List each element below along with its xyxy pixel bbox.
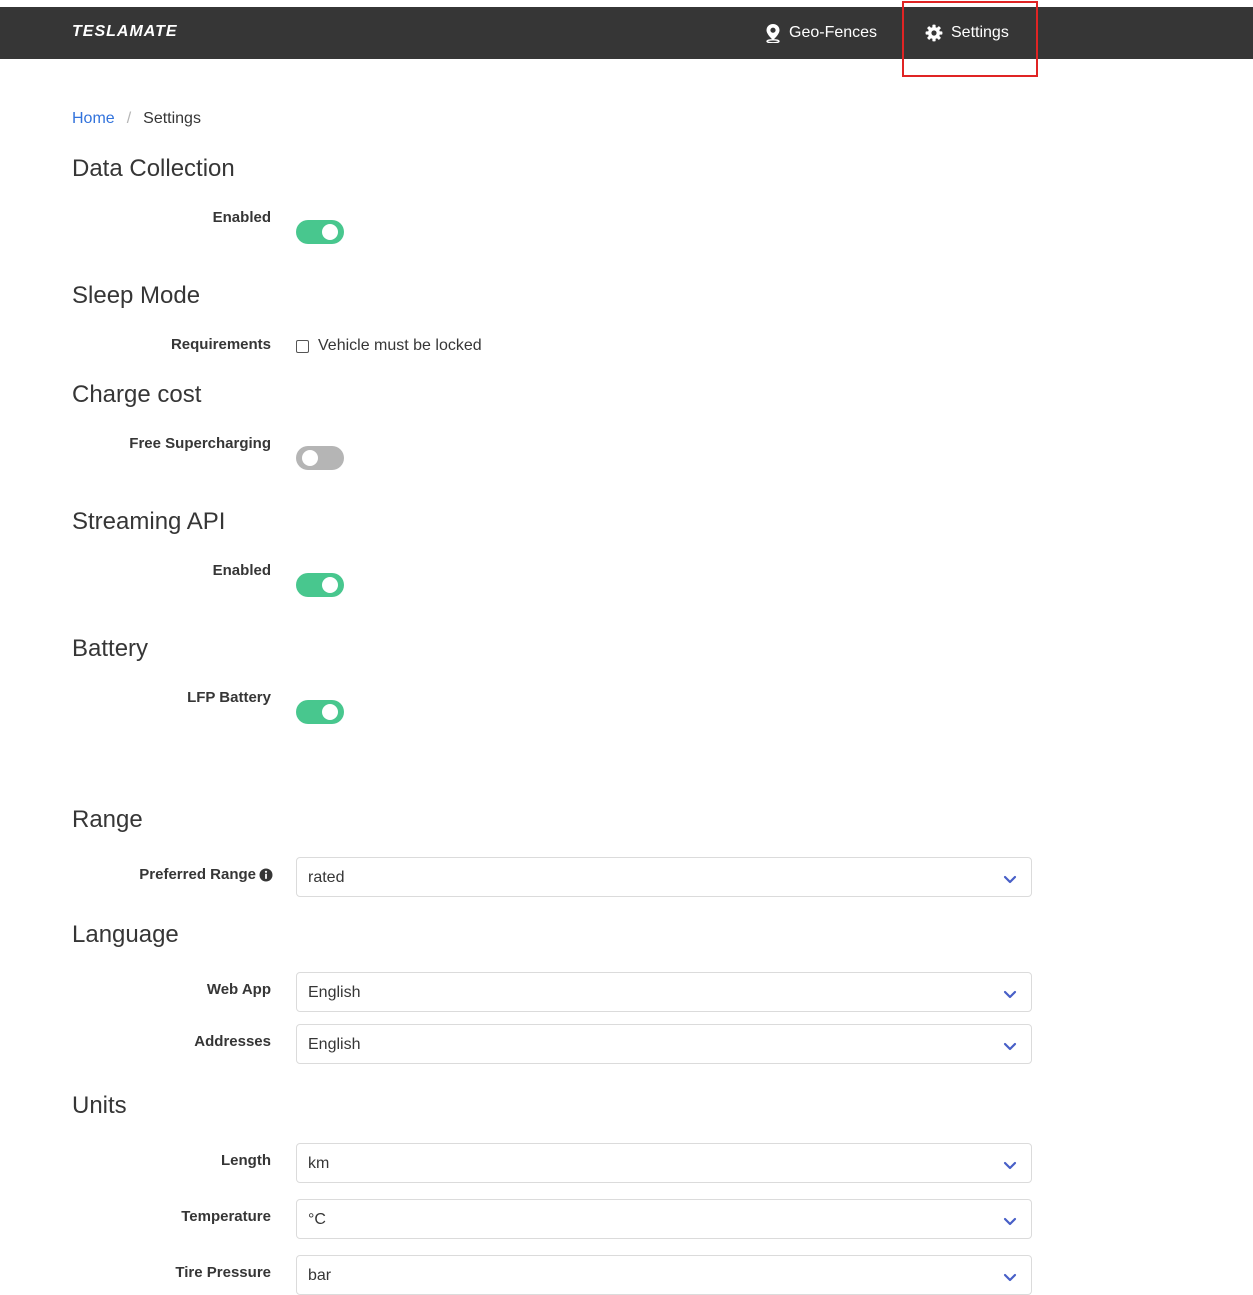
temperature-unit-value: °C: [308, 1211, 326, 1228]
section-title-battery: Battery: [72, 635, 149, 662]
vehicle-locked-label: Vehicle must be locked: [318, 337, 482, 354]
streaming-api-toggle[interactable]: [296, 573, 344, 597]
info-circle-icon[interactable]: [259, 868, 273, 882]
section-title-streaming-api: Streaming API: [72, 508, 226, 535]
web-app-language-label: Web App: [206, 981, 271, 998]
tire-pressure-unit-select[interactable]: bar: [296, 1255, 1032, 1295]
highlight-box: [902, 1, 1038, 77]
nav-geofences[interactable]: Geo-Fences: [765, 22, 877, 44]
section-title-units: Units: [72, 1092, 127, 1119]
preferred-range-label: Preferred Range: [139, 866, 273, 883]
length-unit-select[interactable]: km: [296, 1143, 1032, 1183]
toggle-knob: [322, 224, 338, 240]
vehicle-locked-checkbox[interactable]: [296, 339, 309, 353]
chevron-down-icon: [1003, 1158, 1017, 1176]
free-supercharging-label: Free Supercharging: [129, 435, 271, 452]
toggle-knob: [322, 704, 338, 720]
chevron-down-icon: [1003, 1214, 1017, 1232]
addresses-language-value: English: [308, 1036, 361, 1053]
length-unit-value: km: [308, 1155, 330, 1172]
map-marker-icon: [765, 23, 781, 43]
section-title-range: Range: [72, 806, 143, 833]
breadcrumb-current: Settings: [143, 110, 201, 127]
chevron-down-icon: [1003, 1270, 1017, 1288]
data-collection-enabled-label: Enabled: [212, 209, 271, 226]
brand-logo[interactable]: TESLAMATE: [72, 23, 178, 41]
temperature-unit-select[interactable]: °C: [296, 1199, 1032, 1239]
vehicle-locked-option[interactable]: Vehicle must be locked: [296, 337, 482, 355]
tire-pressure-unit-label: Tire Pressure: [175, 1264, 271, 1281]
chevron-down-icon: [1003, 872, 1017, 890]
chevron-down-icon: [1003, 1039, 1017, 1057]
tire-pressure-unit-value: bar: [308, 1267, 332, 1284]
lfp-battery-toggle[interactable]: [296, 700, 344, 724]
web-app-language-value: English: [308, 984, 361, 1001]
toggle-knob: [322, 577, 338, 593]
lfp-battery-label: LFP Battery: [187, 689, 271, 706]
addresses-language-label: Addresses: [194, 1033, 271, 1050]
sleep-mode-requirements-label: Requirements: [170, 336, 271, 353]
section-title-language: Language: [72, 921, 179, 948]
streaming-api-enabled-label: Enabled: [212, 562, 271, 579]
section-title-data-collection: Data Collection: [72, 155, 235, 182]
web-app-language-select[interactable]: English: [296, 972, 1032, 1012]
preferred-range-value: rated: [308, 869, 345, 886]
toggle-knob: [302, 450, 318, 466]
top-navbar: TESLAMATE Geo-Fences Settings: [0, 7, 1253, 59]
chevron-down-icon: [1003, 987, 1017, 1005]
preferred-range-select[interactable]: rated: [296, 857, 1032, 897]
free-supercharging-toggle[interactable]: [296, 446, 344, 470]
length-unit-label: Length: [221, 1152, 271, 1169]
preferred-range-label-text: Preferred Range: [139, 866, 256, 883]
breadcrumb-home[interactable]: Home: [72, 110, 115, 128]
breadcrumb: Home / Settings: [72, 110, 201, 128]
breadcrumb-separator: /: [126, 110, 132, 127]
temperature-unit-label: Temperature: [181, 1208, 271, 1225]
section-title-sleep-mode: Sleep Mode: [72, 282, 201, 309]
data-collection-toggle[interactable]: [296, 220, 344, 244]
nav-geofences-label: Geo-Fences: [789, 24, 878, 41]
section-title-charge-cost: Charge cost: [72, 381, 202, 408]
addresses-language-select[interactable]: English: [296, 1024, 1032, 1064]
